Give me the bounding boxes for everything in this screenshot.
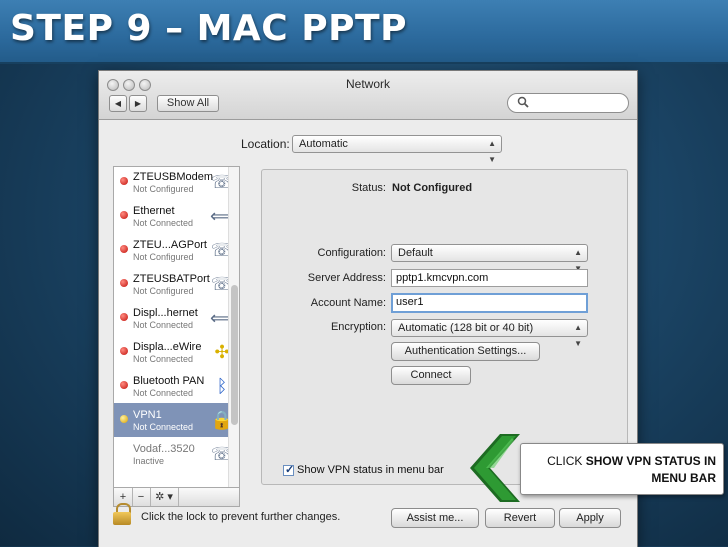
status-label: Status: bbox=[351, 182, 386, 194]
search-icon bbox=[517, 96, 529, 111]
service-list-scrollbar[interactable] bbox=[228, 167, 239, 487]
service-name: Displa...eWire bbox=[133, 341, 202, 353]
service-list-item[interactable]: Displ...hernet Not Connected ⟺ bbox=[114, 301, 239, 335]
callout-emphasis: SHOW VPN STATUS IN MENU BAR bbox=[585, 454, 716, 485]
service-name: Displ...hernet bbox=[133, 307, 198, 319]
status-value: Not Configured bbox=[392, 182, 473, 194]
service-status: Not Connected bbox=[133, 218, 194, 228]
service-status: Not Connected bbox=[133, 354, 194, 364]
back-arrow-icon: ◀ bbox=[114, 99, 122, 108]
service-status: Not Connected bbox=[133, 422, 194, 432]
service-list-item[interactable]: ZTEUSBATPort Not Configured ☏ bbox=[114, 267, 239, 301]
status-red-dot-icon bbox=[120, 245, 128, 253]
service-name: ZTEU...AGPort bbox=[133, 239, 207, 251]
service-name: VPN1 bbox=[133, 409, 162, 421]
service-name: Vodaf...3520 bbox=[133, 443, 195, 455]
service-name: ZTEUSBModem bbox=[133, 171, 214, 183]
slide-title: STEP 9 – MAC PPTP bbox=[10, 8, 407, 49]
status-red-dot-icon bbox=[120, 211, 128, 219]
configuration-label: Configuration: bbox=[317, 247, 387, 259]
show-vpn-status-checkbox[interactable]: ✓ bbox=[283, 464, 295, 476]
window-titlebar: Network ◀ ▶ Show All bbox=[99, 71, 637, 120]
service-status: Not Configured bbox=[133, 286, 194, 296]
configuration-popup[interactable]: Default ▲▼ bbox=[391, 244, 588, 273]
popup-arrows-icon: ▲▼ bbox=[574, 323, 582, 348]
service-status: Not Connected bbox=[133, 388, 194, 398]
service-list-item[interactable]: ZTEUSBModem Not Configured ☏ bbox=[114, 167, 239, 199]
encryption-value: Automatic (128 bit or 40 bit) bbox=[398, 322, 534, 334]
encryption-popup[interactable]: Automatic (128 bit or 40 bit) ▲ ▼ bbox=[391, 319, 588, 348]
service-status: Not Configured bbox=[133, 184, 194, 194]
assist-me-button[interactable]: Assist me... bbox=[391, 508, 479, 528]
search-field[interactable] bbox=[507, 93, 629, 113]
server-address-field[interactable]: pptp1.kmcvpn.com bbox=[391, 269, 588, 287]
remove-service-button[interactable]: − bbox=[132, 488, 151, 506]
location-popup[interactable]: Automatic ▲ ▼ bbox=[292, 135, 502, 164]
service-name: ZTEUSBATPort bbox=[133, 273, 210, 285]
forward-arrow-icon: ▶ bbox=[134, 99, 142, 108]
status-red-dot-icon bbox=[120, 347, 128, 355]
revert-button[interactable]: Revert bbox=[485, 508, 555, 528]
service-list-item[interactable]: Bluetooth PAN Not Connected ᛒ bbox=[114, 369, 239, 403]
scrollbar-thumb[interactable] bbox=[231, 285, 238, 425]
window-title: Network bbox=[345, 77, 390, 91]
back-button[interactable]: ◀ bbox=[109, 95, 127, 112]
status-yellow-dot-icon bbox=[120, 415, 128, 423]
status-red-dot-icon bbox=[120, 381, 128, 389]
apply-button[interactable]: Apply bbox=[559, 508, 621, 528]
account-name-field[interactable]: user1 bbox=[391, 293, 588, 313]
service-list-item[interactable]: VPN1 Not Connected 🔒 bbox=[114, 403, 239, 437]
callout-prefix: CLICK bbox=[547, 454, 586, 468]
service-name: Bluetooth PAN bbox=[133, 375, 205, 387]
service-name: Ethernet bbox=[133, 205, 175, 217]
configuration-value: Default bbox=[398, 247, 433, 259]
lock-icon[interactable] bbox=[113, 503, 133, 525]
location-label: Location: bbox=[241, 137, 290, 151]
checkmark-icon: ✓ bbox=[285, 464, 295, 476]
forward-button[interactable]: ▶ bbox=[129, 95, 147, 112]
show-vpn-status-label[interactable]: Show VPN status in menu bar bbox=[297, 464, 444, 476]
service-status: Not Connected bbox=[133, 320, 194, 330]
service-list-item[interactable]: Vodaf...3520 Inactive ☏ bbox=[114, 437, 239, 471]
popup-arrows-icon: ▲▼ bbox=[488, 139, 496, 164]
service-list[interactable]: Vodaf...3520 Inactive ☏ VPN1 Not Connected 🔒 B… bbox=[113, 166, 240, 488]
service-list-item[interactable]: Displa...eWire Not Connected ✣ bbox=[114, 335, 239, 369]
authentication-settings-button[interactable]: Authentication Settings... bbox=[391, 342, 540, 361]
green-pointer-arrow-icon bbox=[470, 434, 520, 502]
status-red-dot-icon bbox=[120, 313, 128, 321]
service-list-item[interactable]: Ethernet Not Connected ⟺ bbox=[114, 199, 239, 233]
encryption-label: Encryption: bbox=[330, 321, 386, 333]
connect-button[interactable]: Connect bbox=[391, 366, 471, 385]
service-action-button[interactable]: ✲ ▾ bbox=[150, 488, 179, 506]
show-all-button[interactable]: Show All bbox=[157, 95, 219, 112]
account-name-label: Account Name: bbox=[310, 297, 386, 309]
slide-banner: STEP 9 – MAC PPTP bbox=[0, 0, 728, 64]
status-red-dot-icon bbox=[120, 279, 128, 287]
server-address-label: Server Address: bbox=[307, 272, 386, 284]
lock-instruction-text: Click the lock to prevent further change… bbox=[141, 511, 341, 523]
service-list-item[interactable]: ZTEU...AGPort Not Configured ☏ bbox=[114, 233, 239, 267]
location-value: Automatic bbox=[299, 138, 348, 150]
service-status: Inactive bbox=[133, 456, 165, 466]
service-status: Not Configured bbox=[133, 252, 194, 262]
instruction-callout: CLICK SHOW VPN STATUS IN MENU BAR bbox=[520, 443, 724, 495]
status-red-dot-icon bbox=[120, 177, 128, 185]
